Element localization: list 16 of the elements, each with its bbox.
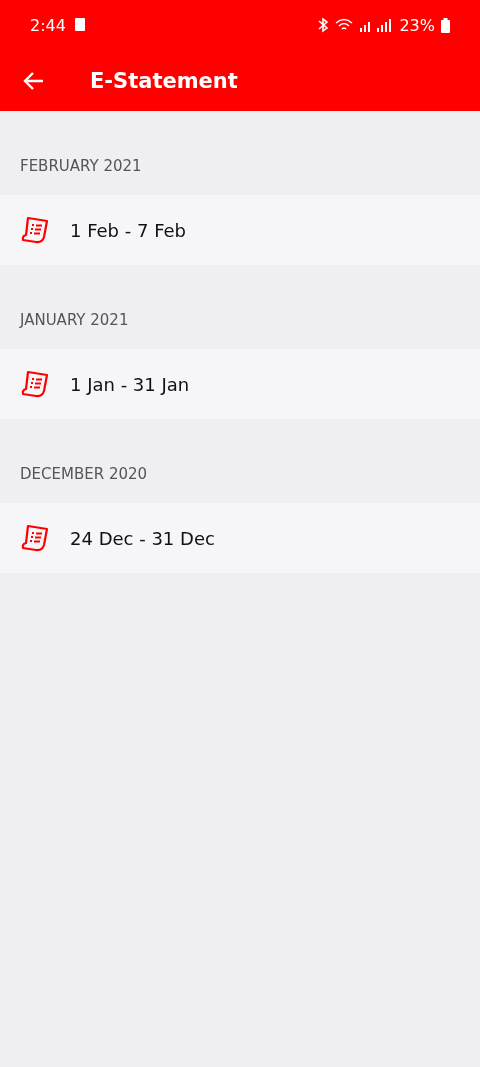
receipt-icon: [20, 215, 50, 245]
status-time: 2:44: [30, 15, 66, 35]
signal-icon: [359, 18, 394, 32]
month-heading: DECEMBER 2020: [20, 465, 148, 483]
statement-row[interactable]: 24 Dec - 31 Dec: [0, 503, 480, 573]
receipt-icon: [20, 369, 50, 399]
page-title: E-Statement: [90, 68, 238, 93]
receipt-icon: [20, 523, 50, 553]
wifi-icon: [335, 18, 354, 32]
bluetooth-icon: [317, 17, 330, 33]
month-heading: FEBRUARY 2021: [20, 157, 142, 175]
month-heading: JANUARY 2021: [20, 311, 129, 329]
statement-row[interactable]: 1 Jan - 31 Jan: [0, 349, 480, 419]
battery-percent: 23%: [399, 15, 435, 35]
statement-row[interactable]: 1 Feb - 7 Feb: [0, 195, 480, 265]
battery-icon: [441, 17, 450, 33]
